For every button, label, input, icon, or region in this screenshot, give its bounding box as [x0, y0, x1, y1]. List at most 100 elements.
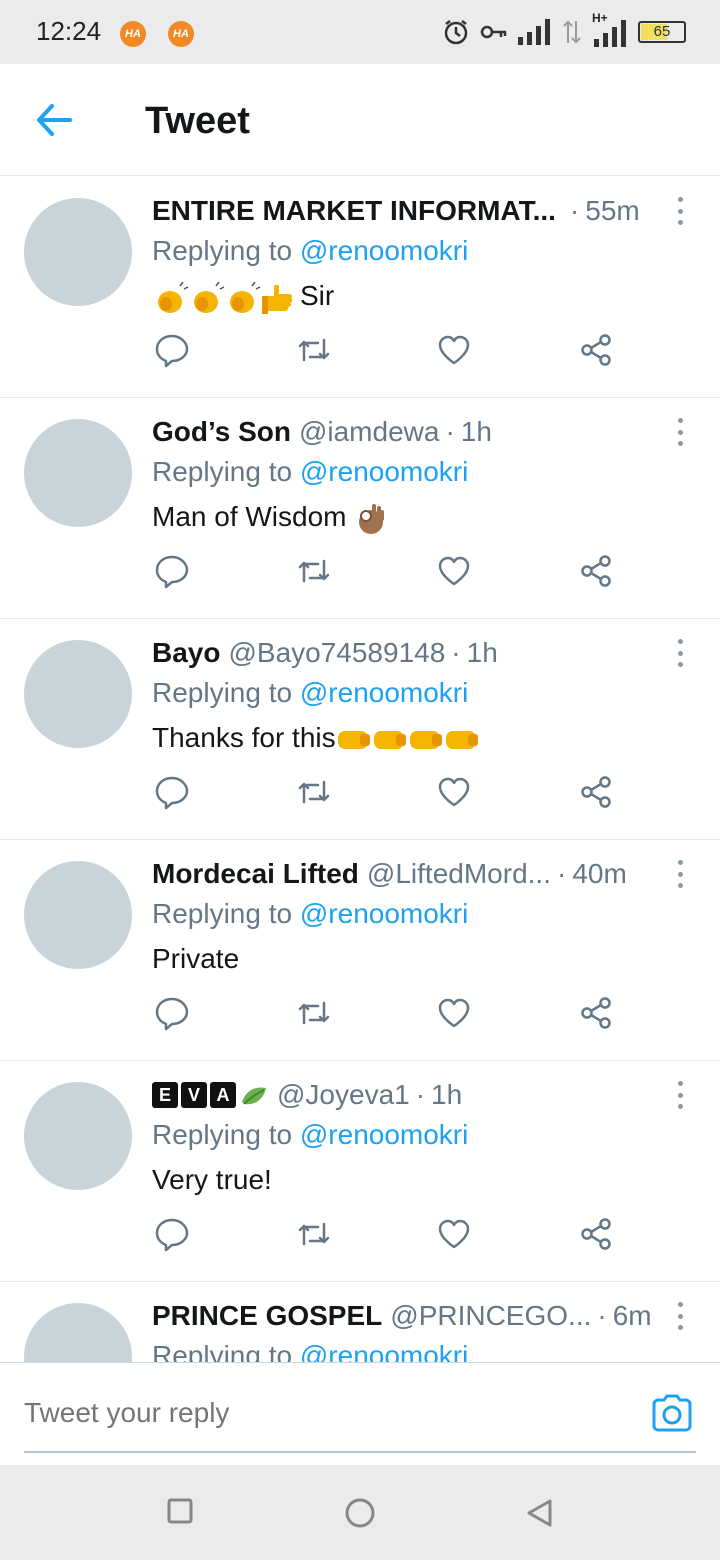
tweet-author-handle[interactable]: @PRINCEGO... [390, 1298, 591, 1334]
ok-hand-emoji-icon [359, 503, 385, 534]
more-options-button[interactable] [668, 1300, 692, 1332]
home-button[interactable] [344, 1497, 376, 1529]
more-options-button[interactable] [668, 1079, 692, 1111]
replying-label: Replying to [152, 1119, 293, 1150]
tweet-text: Thanks for this [152, 720, 484, 756]
like-button[interactable] [436, 995, 472, 1031]
tweet-item[interactable]: Mordecai Lifted @LiftedMord... · 40m Rep… [0, 840, 720, 1061]
reply-button[interactable] [154, 332, 190, 368]
avatar[interactable] [24, 419, 132, 527]
share-button[interactable] [578, 1216, 614, 1252]
like-button[interactable] [436, 553, 472, 589]
reply-button[interactable] [154, 995, 190, 1031]
tweet-header: ENTIRE MARKET INFORMAT... · 55m [152, 193, 652, 229]
tweet-item[interactable]: ENTIRE MARKET INFORMAT... · 55m Replying… [0, 177, 720, 398]
tweet-item[interactable]: Bayo @Bayo74589148 · 1h Replying to @ren… [0, 619, 720, 840]
replying-to: Replying to @renoomokri [152, 233, 468, 269]
status-time: 12:24 [36, 16, 102, 46]
tweet-author-name[interactable]: Mordecai Lifted [152, 856, 359, 892]
reply-button[interactable] [154, 1216, 190, 1252]
tweet-author-name[interactable]: PRINCE GOSPEL [152, 1298, 382, 1334]
retweet-button[interactable] [296, 553, 332, 589]
share-button[interactable] [578, 553, 614, 589]
battery-level: 65 [653, 23, 671, 40]
share-icon [581, 555, 611, 587]
reply-feed[interactable]: ENTIRE MARKET INFORMAT... · 55m Replying… [0, 177, 720, 1362]
name-letter: E [152, 1082, 178, 1108]
recents-button[interactable] [166, 1497, 198, 1529]
mention-link[interactable]: @renoomokri [300, 456, 468, 487]
heart-icon [438, 998, 470, 1028]
mention-link[interactable]: @renoomokri [300, 677, 468, 708]
square-icon [167, 1498, 193, 1524]
tweet-item[interactable]: PRINCE GOSPEL @PRINCEGO... · 6m Replying… [0, 1282, 720, 1362]
replying-to: Replying to @renoomokri [152, 454, 468, 490]
more-options-button[interactable] [668, 637, 692, 669]
speech-bubble-icon [155, 1218, 189, 1252]
tweet-author-handle[interactable]: @LiftedMord... [367, 856, 551, 892]
tweet-author-handle[interactable]: @Bayo74589148 [228, 635, 445, 671]
tweet-author-name[interactable]: ENTIRE MARKET INFORMAT... [152, 193, 556, 229]
retweet-button[interactable] [296, 332, 332, 368]
avatar[interactable] [24, 1082, 132, 1190]
share-icon [581, 997, 611, 1029]
more-options-button[interactable] [668, 416, 692, 448]
retweet-icon [298, 1222, 330, 1246]
share-button[interactable] [578, 774, 614, 810]
battery-icon: 65 [638, 21, 686, 43]
tweet-item[interactable]: God’s Son @iamdewa · 1h Replying to @ren… [0, 398, 720, 619]
avatar[interactable] [24, 1303, 132, 1362]
replying-label: Replying to [152, 677, 293, 708]
tweet-header: E V A @Joyeva1 · 1h [152, 1077, 652, 1113]
replying-label: Replying to [152, 456, 293, 487]
tweet-item[interactable]: E V A @Joyeva1 · 1h Replying to @renoomo… [0, 1061, 720, 1282]
tweet-text-content: Man of Wisdom [152, 501, 347, 532]
tweet-author-name[interactable]: Bayo [152, 635, 220, 671]
back-nav-button[interactable] [524, 1497, 556, 1529]
retweet-icon [298, 338, 330, 362]
triangle-back-icon [527, 1499, 552, 1527]
tweet-author-name[interactable]: God’s Son [152, 414, 291, 450]
retweet-button[interactable] [296, 774, 332, 810]
tweet-author-name[interactable]: E V A [152, 1077, 269, 1113]
tweet-header: PRINCE GOSPEL @PRINCEGO... · 6m [152, 1298, 652, 1334]
avatar[interactable] [24, 198, 132, 306]
data-arrows-icon [563, 20, 581, 44]
like-button[interactable] [436, 332, 472, 368]
mention-link[interactable]: @renoomokri [300, 235, 468, 266]
retweet-button[interactable] [296, 1216, 332, 1252]
reply-input[interactable] [24, 1383, 604, 1443]
avatar[interactable] [24, 640, 132, 748]
back-button[interactable] [34, 100, 78, 140]
like-button[interactable] [436, 1216, 472, 1252]
more-options-button[interactable] [668, 195, 692, 227]
tweet-author-handle[interactable]: @iamdewa [299, 414, 439, 450]
reply-button[interactable] [154, 774, 190, 810]
more-options-button[interactable] [668, 858, 692, 890]
camera-button[interactable] [650, 1391, 694, 1435]
tweet-time: 55m [585, 195, 640, 226]
arrow-left-icon [37, 104, 72, 136]
reply-button[interactable] [154, 553, 190, 589]
share-button[interactable] [578, 332, 614, 368]
mention-link[interactable]: @renoomokri [300, 1119, 468, 1150]
speech-bubble-icon [155, 997, 189, 1031]
network-type-label: H+ [592, 11, 608, 25]
speech-bubble-icon [155, 334, 189, 368]
mention-link[interactable]: @renoomokri [300, 1340, 468, 1362]
share-button[interactable] [578, 995, 614, 1031]
replying-label: Replying to [152, 1340, 293, 1362]
tweet-author-handle[interactable]: @Joyeva1 [277, 1077, 410, 1113]
notification-badge-icon: HA [120, 21, 146, 47]
like-button[interactable] [436, 774, 472, 810]
avatar[interactable] [24, 861, 132, 969]
fist-bump-emoji-icon [337, 730, 478, 749]
retweet-button[interactable] [296, 995, 332, 1031]
notification-badge-icon: HA [168, 21, 194, 47]
separator-dot: · [451, 637, 461, 668]
key-icon [480, 25, 507, 39]
heart-icon [438, 556, 470, 586]
mention-link[interactable]: @renoomokri [300, 898, 468, 929]
retweet-icon [298, 1001, 330, 1025]
replying-to: Replying to @renoomokri [152, 1117, 468, 1153]
